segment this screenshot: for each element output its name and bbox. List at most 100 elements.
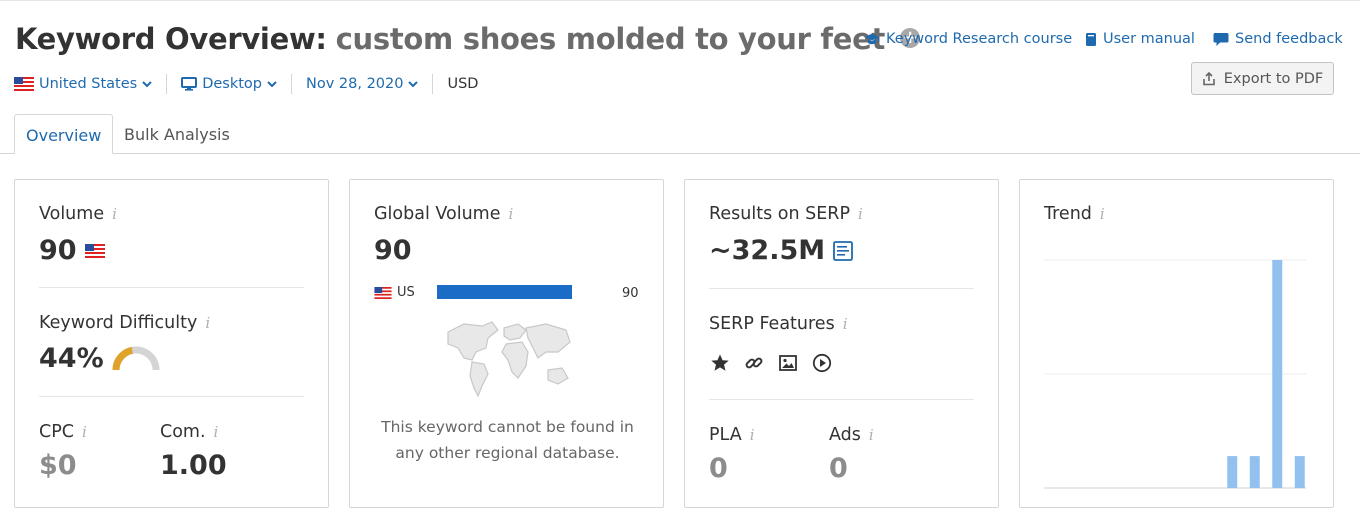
chevron-down-icon xyxy=(142,80,152,87)
info-icon[interactable]: i xyxy=(869,426,874,444)
trend-card: Trend i xyxy=(1019,179,1334,508)
tab-overview[interactable]: Overview xyxy=(14,114,114,154)
serp-card: Results on SERP i ~32.5M SERP Features i… xyxy=(684,179,999,508)
message-line-2: any other regional database. xyxy=(395,444,620,462)
date-dropdown[interactable]: Nov 28, 2020 xyxy=(306,76,419,92)
global-volume-label: Global Volume xyxy=(374,204,501,224)
export-pdf-label: Export to PDF xyxy=(1223,70,1324,87)
results-label: Results on SERP xyxy=(709,204,850,224)
results-label-row: Results on SERP i xyxy=(709,204,863,224)
info-icon[interactable]: i xyxy=(112,205,117,223)
chevron-down-icon xyxy=(408,80,419,87)
cpc-label: CPC xyxy=(39,422,74,442)
keyword-research-course-link[interactable]: Keyword Research course xyxy=(864,31,1072,47)
serp-features-label: SERP Features xyxy=(709,314,835,334)
info-icon[interactable]: i xyxy=(82,423,87,441)
divider xyxy=(39,287,304,288)
info-icon[interactable]: i xyxy=(214,423,219,441)
trend-bar[interactable] xyxy=(1227,456,1238,488)
currency-label: USD xyxy=(447,76,479,92)
volume-label: Volume xyxy=(39,204,105,224)
trend-label: Trend xyxy=(1044,204,1092,224)
trend-label-row: Trend i xyxy=(1044,204,1105,224)
country-code: US xyxy=(397,285,415,300)
no-regional-data-message: This keyword cannot be found in any othe… xyxy=(350,414,665,466)
send-feedback-link[interactable]: Send feedback xyxy=(1213,31,1343,47)
results-value-row: ~32.5M xyxy=(709,235,854,266)
kd-label-row: Keyword Difficulty i xyxy=(39,313,210,333)
user-manual-link[interactable]: User manual xyxy=(1085,31,1195,47)
page-title-prefix: Keyword Overview: xyxy=(15,22,327,56)
kd-value-row: 44% xyxy=(39,343,160,374)
tabs-divider xyxy=(0,153,1360,154)
ads-label: Ads xyxy=(829,425,861,445)
info-icon[interactable]: i xyxy=(843,315,848,333)
us-flag-icon xyxy=(84,243,105,258)
date-label: Nov 28, 2020 xyxy=(306,76,404,92)
us-flag-icon xyxy=(14,77,34,91)
trend-bar[interactable] xyxy=(1272,260,1283,488)
divider xyxy=(432,74,434,94)
speech-bubble-icon xyxy=(1213,32,1229,46)
cpc-value: $0 xyxy=(39,450,77,481)
trend-chart xyxy=(1044,259,1306,489)
info-icon[interactable]: i xyxy=(205,314,210,332)
page-title: Keyword Overview: custom shoes molded to… xyxy=(15,22,920,56)
top-border xyxy=(0,0,1360,1)
volume-card: Volume i 90 Keyword Difficulty i 44% CPC… xyxy=(14,179,329,508)
book-icon xyxy=(1086,32,1096,46)
kd-gauge-fill xyxy=(112,346,133,370)
kd-label: Keyword Difficulty xyxy=(39,313,198,333)
info-icon[interactable]: i xyxy=(750,426,755,444)
message-line-1: This keyword cannot be found in xyxy=(381,418,634,436)
country-row: US xyxy=(374,285,415,300)
info-icon[interactable]: i xyxy=(858,205,863,223)
trend-bar[interactable] xyxy=(1294,456,1305,488)
info-icon[interactable]: i xyxy=(1100,205,1105,223)
link-icon[interactable] xyxy=(743,352,765,374)
us-flag-icon xyxy=(374,286,392,299)
com-label-row: Com. i xyxy=(160,422,218,442)
divider xyxy=(166,74,168,94)
cpc-label-row: CPC i xyxy=(39,422,87,442)
divider xyxy=(709,288,974,289)
divider xyxy=(291,74,292,94)
world-map-icon xyxy=(447,321,571,398)
volume-value-row: 90 xyxy=(39,235,105,266)
divider xyxy=(709,399,974,400)
image-icon[interactable] xyxy=(777,352,799,374)
info-icon[interactable]: i xyxy=(508,205,513,223)
export-icon xyxy=(1202,71,1215,85)
global-volume-value: 90 xyxy=(374,235,412,266)
chevron-down-icon xyxy=(267,80,277,87)
pla-label: PLA xyxy=(709,425,742,445)
kd-gauge-icon xyxy=(112,346,160,370)
device-dropdown[interactable]: Desktop xyxy=(181,76,277,92)
graduation-cap-icon xyxy=(865,33,880,45)
country-volume-bar xyxy=(437,285,572,299)
ads-value: 0 xyxy=(829,453,848,484)
feedback-link-label: Send feedback xyxy=(1235,31,1343,47)
serp-snapshot-icon[interactable] xyxy=(833,240,854,261)
serp-features-icons xyxy=(709,352,833,374)
device-label: Desktop xyxy=(202,76,262,92)
export-pdf-button[interactable]: Export to PDF xyxy=(1191,62,1334,95)
divider xyxy=(39,396,304,397)
star-icon[interactable] xyxy=(709,352,731,374)
country-label: United States xyxy=(39,76,138,92)
global-volume-card: Global Volume i 90 US 90 This keyword ca… xyxy=(349,179,664,508)
pla-value: 0 xyxy=(709,453,728,484)
tab-bulk-analysis[interactable]: Bulk Analysis xyxy=(113,114,241,154)
country-dropdown[interactable]: United States xyxy=(14,76,152,92)
serp-features-label-row: SERP Features i xyxy=(709,314,848,334)
results-value: ~32.5M xyxy=(709,235,826,266)
filters-bar: United States Desktop Nov 28, 2020 USD xyxy=(14,74,478,94)
trend-bar[interactable] xyxy=(1249,456,1260,488)
manual-link-label: User manual xyxy=(1103,31,1195,47)
country-volume-value: 90 xyxy=(622,286,639,301)
keyword-text: custom shoes molded to your feet xyxy=(335,22,886,56)
video-play-icon[interactable] xyxy=(811,352,833,374)
pla-label-row: PLA i xyxy=(709,425,755,445)
com-value: 1.00 xyxy=(160,450,227,481)
course-link-label: Keyword Research course xyxy=(886,31,1073,47)
